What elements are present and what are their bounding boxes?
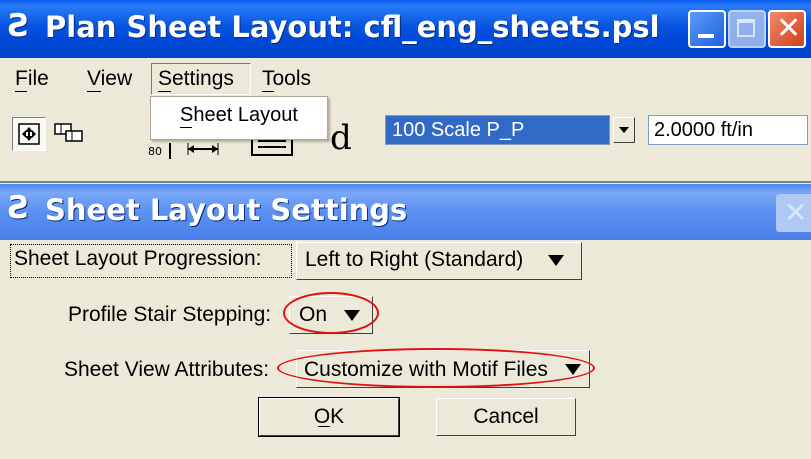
menu-settings-mnemonic [158,91,171,92]
plan-sheet-layout-window: Ƨ Plan Sheet Layout: cfl_eng_sheets.psl … [0,0,811,181]
cancel-button-label: Cancel [473,405,539,428]
menu-settings[interactable]: Settings [158,67,234,91]
menu-view[interactable]: View [87,67,132,91]
menu-file[interactable]: File [15,67,49,91]
window-divider [0,181,811,183]
chevron-down-icon [619,127,629,133]
svg-text:d: d [330,118,352,158]
menu-file-mnemonic [15,91,27,92]
chevron-down-icon [548,255,564,266]
scale-select-value: 100 Scale P_P [392,119,525,141]
maximize-button[interactable] [728,10,766,48]
app-logo-icon: Ƨ [8,8,31,44]
minimize-button[interactable] [688,10,726,48]
window-title: Plan Sheet Layout: cfl_eng_sheets.psl [45,10,660,44]
place-sheets-tool-button[interactable] [52,117,86,151]
svg-text:80: 80 [148,145,162,158]
menu-tools-mnemonic [262,91,274,92]
close-button[interactable]: ✕ [768,10,806,48]
maximize-icon [737,19,755,37]
view-attributes-label: Sheet View Attributes: [64,358,270,381]
select-sheet-tool-button[interactable] [12,117,46,151]
close-icon: ✕ [784,196,808,229]
settings-window-title: Sheet Layout Settings [45,193,408,227]
progression-label: Sheet Layout Progression: [14,247,262,270]
highlight-ellipse [277,348,595,388]
sheet-layout-mnemonic [180,127,192,128]
crosshair-move-icon [18,123,40,145]
settings-app-logo-icon: Ƨ [8,190,31,226]
menu-view-mnemonic [87,91,101,92]
cancel-button[interactable]: Cancel [436,398,576,436]
menu-item-sheet-layout[interactable]: Sheet Layout [180,104,298,127]
ft-per-in-value: 2.0000 ft/in [654,119,753,141]
scale-dropdown-button[interactable] [613,117,635,143]
stair-stepping-label: Profile Stair Stepping: [68,303,272,326]
close-icon: ✕ [776,11,802,46]
menu-tools[interactable]: Tools [262,67,311,91]
progression-value: Left to Right (Standard) [305,248,524,271]
ok-mnemonic [318,426,330,427]
minimize-icon [698,34,714,38]
ok-button[interactable]: OK [258,397,400,437]
highlight-ellipse [283,292,379,334]
settings-close-button[interactable]: ✕ [776,194,811,232]
sheets-icon [54,123,83,142]
